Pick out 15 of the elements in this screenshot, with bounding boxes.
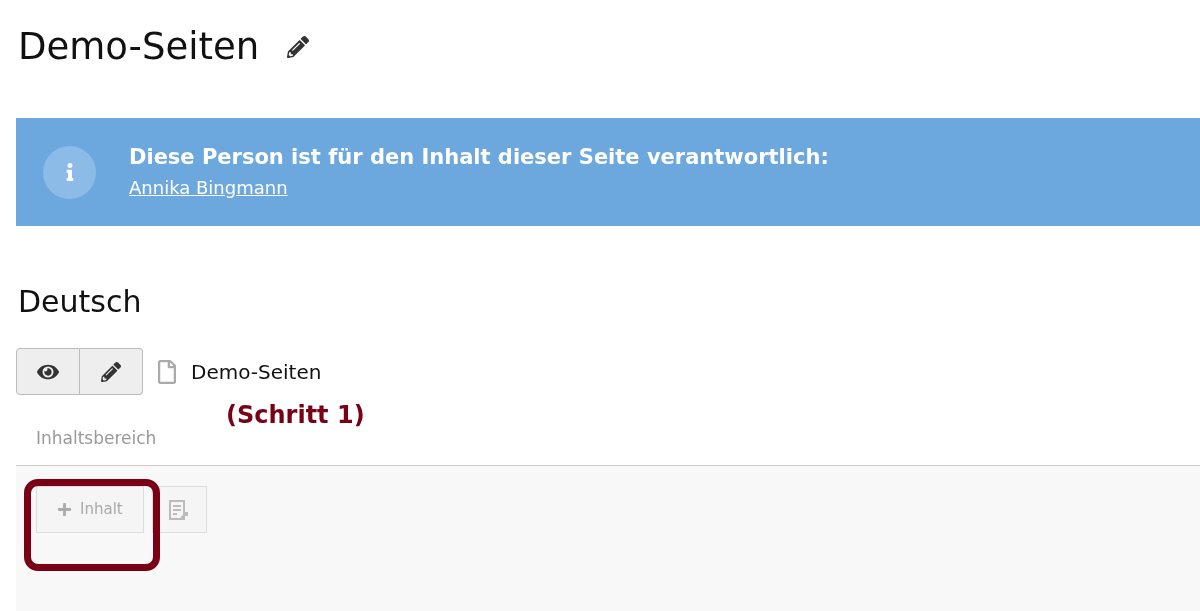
content-area-label: Inhaltsbereich	[36, 427, 157, 450]
info-icon	[43, 145, 96, 199]
info-message: Diese Person ist für den Inhalt dieser Seite verantwortlich:	[129, 143, 829, 170]
step-annotation: (Schritt 1)	[226, 400, 365, 431]
edit-icon[interactable]	[287, 36, 310, 58]
pencil-icon	[101, 361, 121, 382]
page-icon	[155, 359, 179, 384]
add-content-button[interactable]: Inhalt	[36, 486, 144, 533]
plus-icon	[57, 502, 72, 517]
person-link[interactable]: Annika Bingmann	[129, 173, 288, 201]
edit-button[interactable]	[80, 348, 143, 395]
page-entry-title: Demo-Seiten	[191, 358, 322, 386]
view-button[interactable]	[16, 348, 80, 395]
page-title: Demo-Seiten	[18, 24, 260, 70]
language-heading: Deutsch	[17, 283, 143, 321]
